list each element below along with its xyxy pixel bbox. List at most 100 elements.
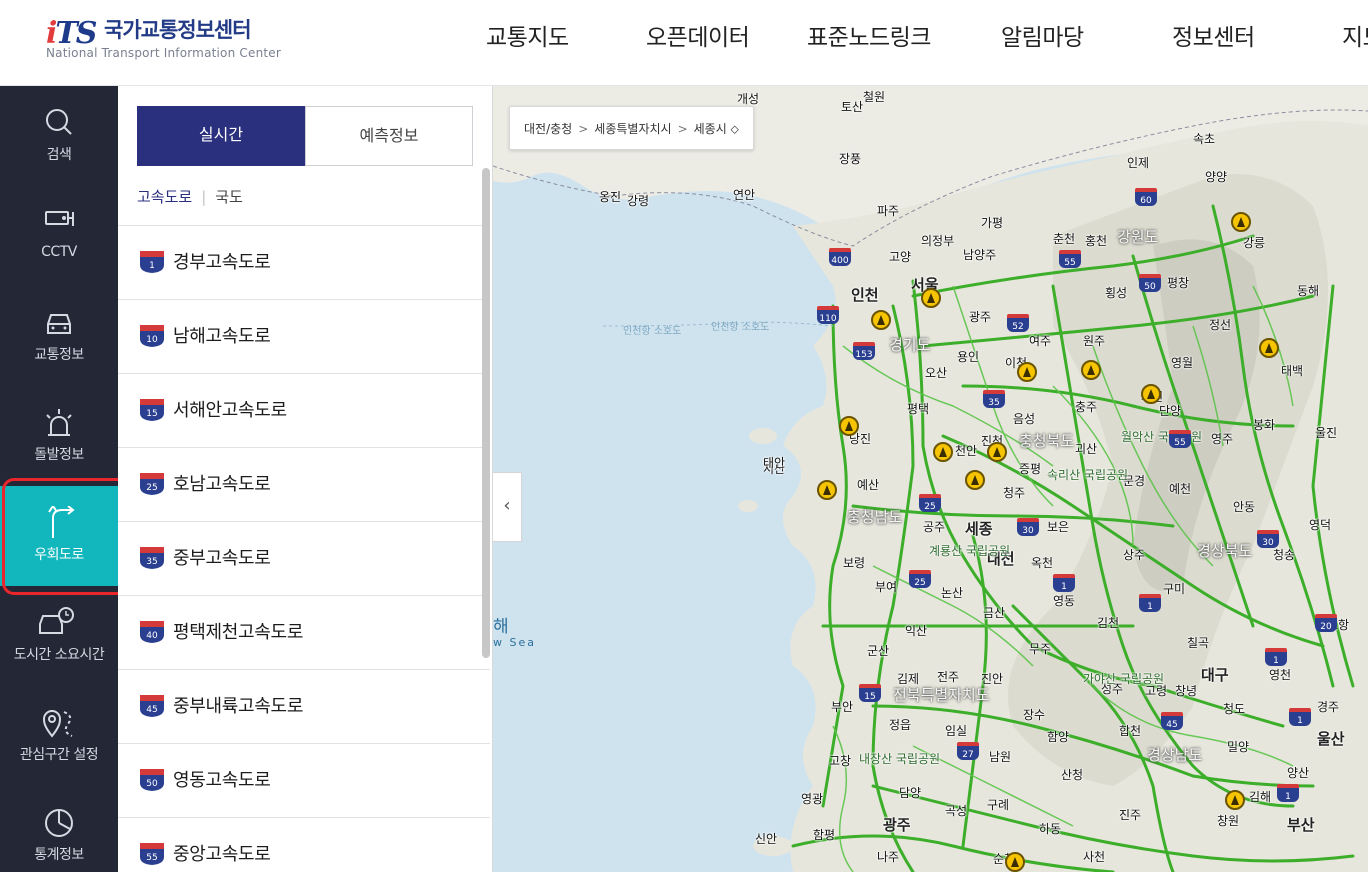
town-label[interactable]: 무주 <box>1029 640 1051 657</box>
nav-map-partial[interactable]: 지도 <box>1342 18 1368 52</box>
town-label[interactable]: 춘천 <box>1053 230 1075 247</box>
town-label[interactable]: 밀양 <box>1227 738 1249 755</box>
north-label[interactable]: 연안 <box>733 186 755 203</box>
incident-marker-icon[interactable] <box>1225 790 1245 810</box>
north-label[interactable]: 장풍 <box>839 150 861 167</box>
park-label[interactable]: 속리산 국립공원 <box>1047 466 1128 483</box>
highway-shield-marker[interactable]: 60 <box>1135 188 1157 206</box>
town-label[interactable]: 임실 <box>945 722 967 739</box>
town-label[interactable]: 창원 <box>1217 812 1239 829</box>
town-label[interactable]: 예천 <box>1169 480 1191 497</box>
town-label[interactable]: 광주 <box>969 308 991 325</box>
town-label[interactable]: 진주 <box>1119 806 1141 823</box>
town-label[interactable]: 영광 <box>801 790 823 807</box>
town-label[interactable]: 함양 <box>1047 728 1069 745</box>
nav-traffic-map[interactable]: 교통지도 <box>486 18 569 52</box>
list-item[interactable]: 25 호남고속도로 <box>118 447 490 521</box>
nav-standard-node-link[interactable]: 표준노드링크 <box>807 18 931 52</box>
nav-info-center[interactable]: 정보센터 <box>1172 18 1255 52</box>
town-label[interactable]: 공주 <box>923 518 945 535</box>
list-item[interactable]: 55 중앙고속도로 <box>118 817 490 891</box>
town-label[interactable]: 정선 <box>1209 316 1231 333</box>
nav-notice[interactable]: 알림마당 <box>1001 18 1084 52</box>
traffic-map[interactable]: 인천 서울 세종 대전 대구 울산 부산 광주 경기도 강원도 충청북도 충청남… <box>493 86 1368 872</box>
town-label[interactable]: 담양 <box>899 784 921 801</box>
town-label[interactable]: 태안 <box>763 454 785 471</box>
town-label[interactable]: 홍천 <box>1085 232 1107 249</box>
town-label[interactable]: 김천 <box>1097 614 1119 631</box>
highway-shield-marker[interactable]: 400 <box>829 248 851 266</box>
city-label-daegu[interactable]: 대구 <box>1201 664 1229 685</box>
town-label[interactable]: 오산 <box>925 364 947 381</box>
town-label[interactable]: 울진 <box>1315 424 1337 441</box>
town-label[interactable]: 장수 <box>1023 706 1045 723</box>
town-label[interactable]: 나주 <box>877 848 899 865</box>
town-label[interactable]: 가평 <box>981 214 1003 231</box>
town-label[interactable]: 평택 <box>907 400 929 417</box>
town-label[interactable]: 사천 <box>1083 848 1105 865</box>
highway-shield-marker[interactable]: 1 <box>1289 708 1311 726</box>
town-label[interactable]: 논산 <box>941 584 963 601</box>
north-label[interactable]: 개성 <box>737 90 759 107</box>
park-label[interactable]: 가야산 국립공원 <box>1083 670 1164 687</box>
town-label[interactable]: 청송 <box>1273 546 1295 563</box>
highway-shield-marker[interactable]: 30 <box>1257 530 1279 548</box>
highway-shield-marker[interactable]: 15 <box>859 684 881 702</box>
incident-marker-icon[interactable] <box>871 310 891 330</box>
town-label[interactable]: 태백 <box>1281 362 1303 379</box>
city-label-sejong[interactable]: 세종 <box>965 518 993 539</box>
town-label[interactable]: 상주 <box>1123 546 1145 563</box>
nav-open-data[interactable]: 오픈데이터 <box>646 18 750 52</box>
list-item[interactable]: 15 서해안고속도로 <box>118 373 490 447</box>
town-label[interactable]: 용인 <box>957 348 979 365</box>
north-label[interactable]: 토산 <box>841 98 863 115</box>
incident-marker-icon[interactable] <box>921 288 941 308</box>
highway-shield-marker[interactable]: 52 <box>1007 314 1029 332</box>
highway-shield-marker[interactable]: 45 <box>1161 712 1183 730</box>
incident-marker-icon[interactable] <box>933 442 953 462</box>
town-label[interactable]: 의정부 <box>921 232 954 249</box>
incident-marker-icon[interactable] <box>1005 852 1025 872</box>
town-label[interactable]: 산청 <box>1061 766 1083 783</box>
highway-shield-marker[interactable]: 1 <box>1277 784 1299 802</box>
town-label[interactable]: 창녕 <box>1175 682 1197 699</box>
town-label[interactable]: 영천 <box>1269 666 1291 683</box>
incident-marker-icon[interactable] <box>1141 384 1161 404</box>
town-label[interactable]: 군산 <box>867 642 889 659</box>
incident-marker-icon[interactable] <box>965 470 985 490</box>
breadcrumb-region[interactable]: 대전/충청 <box>524 122 572 136</box>
town-label[interactable]: 평창 <box>1167 274 1189 291</box>
town-label[interactable]: 부안 <box>831 698 853 715</box>
highway-shield-marker[interactable]: 55 <box>1059 250 1081 268</box>
highway-shield-marker[interactable]: 1 <box>1265 648 1287 666</box>
town-label[interactable]: 금산 <box>983 604 1005 621</box>
town-label[interactable]: 강릉 <box>1243 234 1265 251</box>
highway-shield-marker[interactable]: 27 <box>957 742 979 760</box>
highway-shield-marker[interactable]: 25 <box>909 570 931 588</box>
park-label[interactable]: 계룡산 국립공원 <box>929 542 1010 559</box>
city-label-ulsan[interactable]: 울산 <box>1317 728 1345 749</box>
north-label[interactable]: 철원 <box>863 88 885 105</box>
city-label-incheon[interactable]: 인천 <box>851 284 879 305</box>
breadcrumb-city[interactable]: 세종시 ⬦ <box>694 122 739 136</box>
town-label[interactable]: 구미 <box>1163 580 1185 597</box>
sidebar-item-cctv[interactable]: CCTV <box>0 186 118 286</box>
list-item[interactable]: 1 경부고속도로 <box>118 225 490 299</box>
town-label[interactable]: 정읍 <box>889 716 911 733</box>
incident-marker-icon[interactable] <box>1259 338 1279 358</box>
town-label[interactable]: 하동 <box>1039 820 1061 837</box>
town-label[interactable]: 인제 <box>1127 154 1149 171</box>
town-label[interactable]: 옥천 <box>1031 554 1053 571</box>
sidebar-item-statistics[interactable]: 통계정보 <box>0 786 118 886</box>
town-label[interactable]: 동해 <box>1297 282 1319 299</box>
town-label[interactable]: 괴산 <box>1075 440 1097 457</box>
town-label[interactable]: 보은 <box>1047 518 1069 535</box>
town-label[interactable]: 합천 <box>1119 722 1141 739</box>
town-label[interactable]: 경주 <box>1317 698 1339 715</box>
highway-shield-marker[interactable]: 55 <box>1169 430 1191 448</box>
incident-marker-icon[interactable] <box>839 416 859 436</box>
list-item[interactable]: 35 중부고속도로 <box>118 521 490 595</box>
town-label[interactable]: 신안 <box>755 830 777 847</box>
breadcrumb-province[interactable]: 세종특별자치시 <box>594 122 671 136</box>
sidebar-item-intercity-time[interactable]: 도시간 소요시간 <box>0 586 118 686</box>
